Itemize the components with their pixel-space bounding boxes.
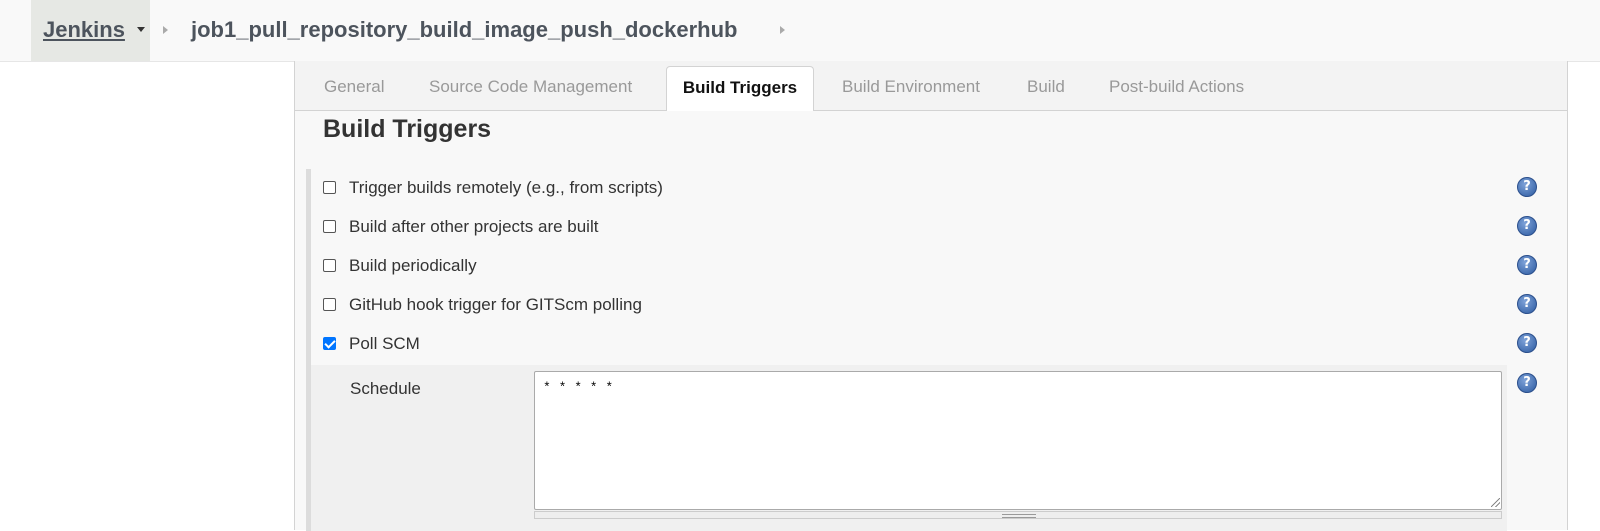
- chevron-down-icon[interactable]: [137, 27, 145, 32]
- help-icon[interactable]: ?: [1517, 373, 1537, 393]
- breadcrumb: Jenkins job1_pull_repository_build_image…: [0, 0, 1600, 62]
- help-icon[interactable]: ?: [1517, 216, 1537, 236]
- trigger-remotely-checkbox[interactable]: [323, 181, 336, 194]
- build-periodically-label[interactable]: Build periodically: [349, 256, 477, 276]
- help-icon[interactable]: ?: [1517, 255, 1537, 275]
- help-icon[interactable]: ?: [1517, 177, 1537, 197]
- breadcrumb-jenkins-link[interactable]: Jenkins: [43, 17, 125, 43]
- config-tabs: General Source Code Management Build Tri…: [295, 61, 1567, 111]
- tab-build-environment[interactable]: Build Environment: [842, 77, 980, 97]
- build-after-projects-label[interactable]: Build after other projects are built: [349, 217, 598, 237]
- breadcrumb-separator-icon[interactable]: [780, 26, 785, 34]
- build-after-projects-checkbox[interactable]: [323, 220, 336, 233]
- tab-general[interactable]: General: [324, 77, 384, 97]
- config-panel: General Source Code Management Build Tri…: [294, 61, 1568, 531]
- help-icon[interactable]: ?: [1517, 333, 1537, 353]
- tab-post-build-actions[interactable]: Post-build Actions: [1109, 77, 1244, 97]
- github-hook-label[interactable]: GitHub hook trigger for GITScm polling: [349, 295, 642, 315]
- breadcrumb-separator-icon: [163, 26, 168, 34]
- tab-build[interactable]: Build: [1027, 77, 1065, 97]
- breadcrumb-job-link[interactable]: job1_pull_repository_build_image_push_do…: [191, 17, 737, 43]
- schedule-label: Schedule: [350, 379, 421, 398]
- poll-scm-label[interactable]: Poll SCM: [349, 334, 420, 354]
- breadcrumb-jenkins-item[interactable]: Jenkins: [31, 0, 150, 61]
- schedule-textarea[interactable]: * * * * *: [534, 371, 1502, 510]
- section-title: Build Triggers: [323, 115, 492, 143]
- poll-scm-checkbox[interactable]: [323, 337, 336, 350]
- github-hook-checkbox[interactable]: [323, 298, 336, 311]
- resize-handle-icon[interactable]: [1491, 498, 1500, 507]
- textarea-expand-handle[interactable]: [534, 511, 1502, 519]
- help-icon[interactable]: ?: [1517, 294, 1537, 314]
- tab-build-triggers[interactable]: Build Triggers: [666, 66, 814, 111]
- build-periodically-checkbox[interactable]: [323, 259, 336, 272]
- tab-source-code-management[interactable]: Source Code Management: [429, 77, 632, 97]
- trigger-remotely-label[interactable]: Trigger builds remotely (e.g., from scri…: [349, 178, 663, 198]
